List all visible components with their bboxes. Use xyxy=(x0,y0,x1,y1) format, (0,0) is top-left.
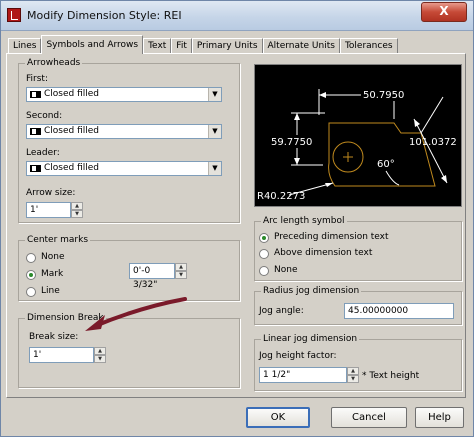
autocad-app-icon xyxy=(7,8,21,22)
arc-above-radio[interactable]: Above dimension text xyxy=(259,248,372,259)
arc-preceding-radio[interactable]: Preceding dimension text xyxy=(259,232,389,243)
radio-button-selected-icon[interactable] xyxy=(259,232,269,243)
closed-filled-arrow-icon xyxy=(30,165,41,172)
leader-arrowhead-select[interactable]: Closed filled ▼ xyxy=(26,161,222,176)
jog-angle-input-box[interactable]: 45.00000000 xyxy=(344,303,454,319)
tab-text[interactable]: Text xyxy=(143,38,172,54)
arrow-size-spinner[interactable]: 1' ▲ ▼ xyxy=(26,202,83,218)
arrowheads-group-title: Arrowheads xyxy=(25,57,83,69)
second-arrowhead-select[interactable]: Closed filled ▼ xyxy=(26,124,222,139)
title-bar[interactable]: Modify Dimension Style: REI X xyxy=(1,1,473,31)
chevron-down-icon[interactable]: ▼ xyxy=(208,162,221,175)
jog-height-suffix: * Text height xyxy=(362,371,420,381)
spin-down-icon[interactable]: ▼ xyxy=(175,271,187,279)
second-arrowhead-value: Closed filled xyxy=(44,126,100,136)
radio-button-icon[interactable] xyxy=(26,286,36,297)
spin-down-icon[interactable]: ▼ xyxy=(347,375,359,383)
first-arrowhead-label: First: xyxy=(26,74,48,84)
second-arrowhead-label: Second: xyxy=(26,111,63,121)
tab-symbols-and-arrows[interactable]: Symbols and Arrows xyxy=(41,35,144,54)
arc-none-radio[interactable]: None xyxy=(259,265,297,276)
arrow-size-input[interactable]: 1' xyxy=(26,202,71,218)
tab-strip: Lines Symbols and Arrows Text Fit Primar… xyxy=(8,35,398,54)
leader-arrowhead-value: Closed filled xyxy=(44,163,100,173)
chevron-down-icon[interactable]: ▼ xyxy=(208,88,221,101)
chevron-down-icon[interactable]: ▼ xyxy=(208,125,221,138)
window-title: Modify Dimension Style: REI xyxy=(27,9,182,22)
center-mark-mark-label: Mark xyxy=(41,269,64,279)
preview-angle-ext xyxy=(420,96,444,134)
tab-alternate-units[interactable]: Alternate Units xyxy=(262,38,340,54)
jog-height-label: Jog height factor: xyxy=(259,351,337,361)
tab-primary-units[interactable]: Primary Units xyxy=(191,38,263,54)
center-marks-group-title: Center marks xyxy=(25,234,91,246)
tab-lines[interactable]: Lines xyxy=(8,38,42,54)
dimension-preview: 50.7950 59.7750 101.0372 60° R40.2273 xyxy=(254,64,462,207)
center-mark-size-spinner[interactable]: 0'-0 3/32" ▲ ▼ xyxy=(129,263,187,290)
radio-button-icon[interactable] xyxy=(259,265,269,276)
jog-height-spinner[interactable]: 1 1/2" ▲ ▼ xyxy=(259,367,359,383)
first-arrowhead-select[interactable]: Closed filled ▼ xyxy=(26,87,222,102)
help-button[interactable]: Help xyxy=(415,407,464,428)
center-mark-none-radio[interactable]: None xyxy=(26,252,64,263)
spin-up-icon[interactable]: ▲ xyxy=(94,347,106,355)
linear-jog-group-title: Linear jog dimension xyxy=(261,333,360,345)
center-mark-mark-radio[interactable]: Mark xyxy=(26,269,63,280)
arc-none-label: None xyxy=(274,265,298,275)
spin-up-icon[interactable]: ▲ xyxy=(175,263,187,271)
spin-down-icon[interactable]: ▼ xyxy=(94,355,106,363)
preview-dim-angle-text: 60° xyxy=(377,159,395,170)
jog-height-input[interactable]: 1 1/2" xyxy=(259,367,347,383)
radio-button-selected-icon[interactable] xyxy=(26,269,36,280)
preview-dim-top-text: 50.7950 xyxy=(363,90,404,101)
break-size-label: Break size: xyxy=(29,332,79,342)
break-size-spinner[interactable]: 1' ▲ ▼ xyxy=(29,347,106,363)
jog-angle-input[interactable]: 45.00000000 xyxy=(344,303,454,319)
preview-dim-radius-text: R40.2273 xyxy=(257,191,305,202)
preview-dim-right-text: 101.0372 xyxy=(409,137,457,148)
jog-angle-label: Jog angle: xyxy=(259,306,304,316)
close-button[interactable]: X xyxy=(421,2,467,22)
break-size-input[interactable]: 1' xyxy=(29,347,94,363)
tab-fit[interactable]: Fit xyxy=(171,38,192,54)
spin-down-icon[interactable]: ▼ xyxy=(71,210,83,218)
closed-filled-arrow-icon xyxy=(30,91,41,98)
center-mark-size-input[interactable]: 0'-0 3/32" xyxy=(129,263,175,290)
radius-jog-group-title: Radius jog dimension xyxy=(261,285,362,297)
preview-drawing: 50.7950 59.7750 101.0372 60° R40.2273 xyxy=(257,88,457,202)
cancel-button[interactable]: Cancel xyxy=(331,407,407,428)
preview-dim-left-text: 59.7750 xyxy=(271,137,312,148)
annotation-arrow xyxy=(85,297,187,331)
radio-button-icon[interactable] xyxy=(259,248,269,259)
dialog-window: Modify Dimension Style: REI X Lines Symb… xyxy=(0,0,474,437)
arc-preceding-label: Preceding dimension text xyxy=(274,232,389,242)
first-arrowhead-value: Closed filled xyxy=(44,89,100,99)
preview-angle-arc xyxy=(385,170,400,186)
arrow-size-label: Arrow size: xyxy=(26,188,76,198)
preview-right-dim-line xyxy=(413,118,448,184)
center-mark-none-label: None xyxy=(41,252,65,262)
arc-above-label: Above dimension text xyxy=(274,248,373,258)
tab-tolerances[interactable]: Tolerances xyxy=(339,38,398,54)
center-mark-line-radio[interactable]: Line xyxy=(26,286,60,297)
arc-length-group-title: Arc length symbol xyxy=(261,215,347,227)
linear-jog-group: Linear jog dimension xyxy=(254,333,462,391)
spin-up-icon[interactable]: ▲ xyxy=(347,367,359,375)
closed-filled-arrow-icon xyxy=(30,128,41,135)
radio-button-icon[interactable] xyxy=(26,252,36,263)
center-mark-line-label: Line xyxy=(41,286,60,296)
leader-arrowhead-label: Leader: xyxy=(26,148,60,158)
ok-button[interactable]: OK xyxy=(246,407,310,428)
preview-part-outline xyxy=(328,122,436,187)
spin-up-icon[interactable]: ▲ xyxy=(71,202,83,210)
